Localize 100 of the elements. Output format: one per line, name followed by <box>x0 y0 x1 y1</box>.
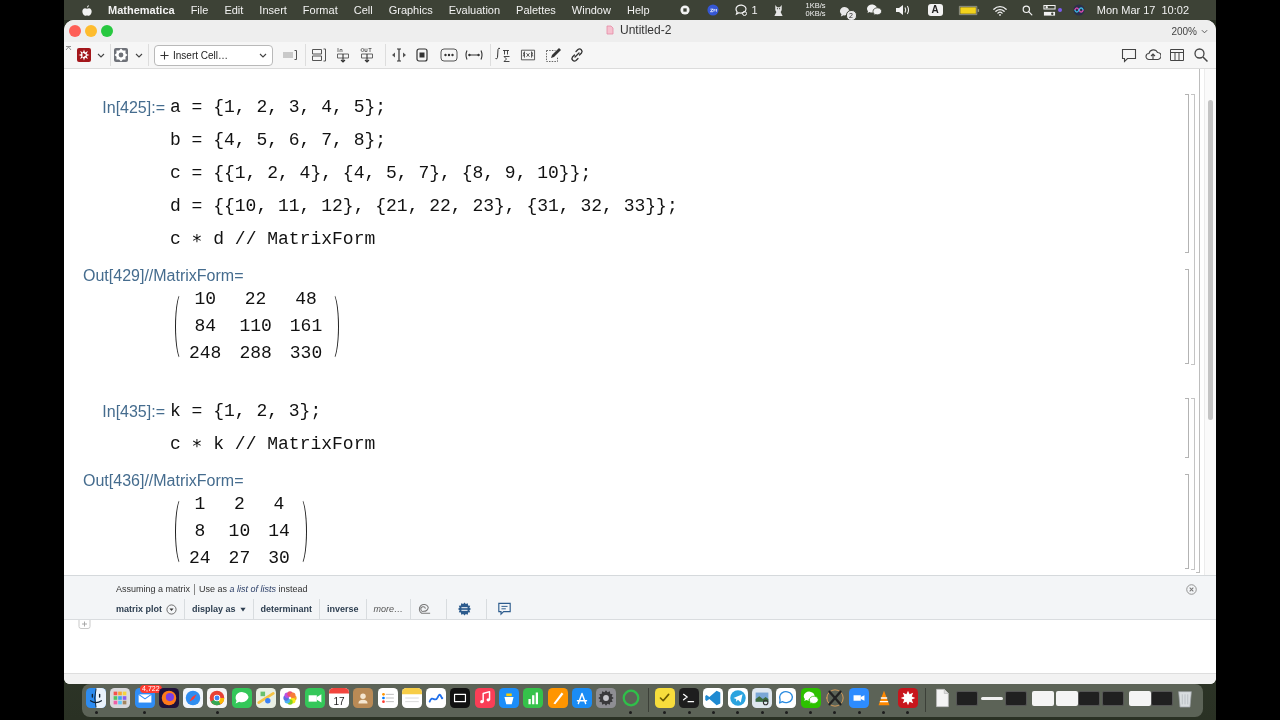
window-grid-icon[interactable] <box>1169 47 1185 63</box>
insert-cursor-icon[interactable] <box>391 47 407 63</box>
notepad-icon[interactable] <box>401 688 422 708</box>
caret-icon[interactable] <box>97 52 105 58</box>
orb-icon[interactable] <box>1072 4 1085 16</box>
window-thumbnail[interactable] <box>1077 691 1100 706</box>
output-arrow-icon[interactable] <box>360 47 376 63</box>
window-thumbnail[interactable] <box>1056 691 1079 706</box>
window-thumbnail[interactable] <box>1031 691 1054 706</box>
music-note-icon[interactable] <box>474 688 495 708</box>
menu-item[interactable]: Cell <box>353 4 373 16</box>
vertical-scrollbar[interactable] <box>1204 69 1216 575</box>
paper-plane-icon[interactable] <box>727 688 748 708</box>
volume-icon[interactable] <box>894 3 911 17</box>
flower-icon[interactable] <box>280 688 301 708</box>
sticky-note-icon[interactable] <box>654 688 675 708</box>
video-camera-icon[interactable] <box>304 688 325 708</box>
a-shape-icon[interactable] <box>571 688 592 708</box>
window-thumbnail[interactable] <box>1005 691 1027 706</box>
cell-bracket[interactable] <box>1185 94 1189 253</box>
battery-icon[interactable] <box>957 4 980 16</box>
app-grid-icon[interactable] <box>110 688 131 708</box>
menu-item[interactable]: Window <box>571 4 611 16</box>
star-burst-icon[interactable] <box>897 688 918 708</box>
tricolor-circle-icon[interactable] <box>207 688 228 708</box>
search-icon[interactable] <box>1021 4 1033 16</box>
suggestion-button[interactable]: inverse <box>324 601 362 617</box>
menu-item[interactable]: Help <box>626 4 650 16</box>
video-icon[interactable] <box>849 688 870 708</box>
circle-logo-icon[interactable] <box>707 4 720 16</box>
formula-box-icon[interactable] <box>519 48 537 62</box>
menu-item[interactable]: File <box>190 4 209 16</box>
window-thumbnail[interactable] <box>980 697 1003 700</box>
menu-item[interactable]: Insert <box>259 4 287 16</box>
cell-bracket[interactable] <box>1185 269 1189 364</box>
app-menu[interactable]: Mathematica <box>108 4 175 16</box>
cloud-upload-icon[interactable] <box>1145 47 1161 63</box>
zoom-menu[interactable]: 200% <box>1169 25 1210 37</box>
integral-sum-icon[interactable] <box>495 47 511 63</box>
squiggle-icon[interactable] <box>426 688 447 708</box>
cell-bracket-icon[interactable] <box>282 47 298 63</box>
badge-gear-icon[interactable] <box>457 602 473 616</box>
chevron-ribbon-icon[interactable] <box>703 688 724 708</box>
close-window-icon[interactable] <box>69 25 81 37</box>
pen-icon[interactable] <box>545 47 561 63</box>
toggle-icon[interactable] <box>1042 3 1056 17</box>
x-mark-icon[interactable] <box>824 688 845 708</box>
collapse-icon[interactable] <box>65 45 72 51</box>
dots-dash-icon[interactable] <box>464 49 484 61</box>
chat-bubble-icon[interactable] <box>734 3 749 17</box>
double-bubble-icon[interactable] <box>800 688 821 708</box>
window-thumbnail[interactable] <box>1150 691 1173 706</box>
insert-cell-dropdown[interactable]: Insert Cell… <box>154 44 273 66</box>
close-icon[interactable] <box>1186 583 1197 595</box>
chat-icon[interactable] <box>1121 47 1137 63</box>
apple-icon[interactable] <box>81 3 93 17</box>
terminal-icon[interactable] <box>679 688 700 708</box>
input-source-indicator[interactable]: A <box>927 4 943 16</box>
menu-item[interactable]: Edit <box>224 4 244 16</box>
cell-bracket[interactable] <box>1185 398 1189 458</box>
swirl-icon[interactable] <box>417 602 433 616</box>
record-stop-icon[interactable] <box>680 5 691 15</box>
suggestion-button[interactable]: matrix plot <box>113 600 180 618</box>
speech-bubble-icon[interactable] <box>231 688 252 708</box>
search-icon[interactable] <box>1193 47 1209 63</box>
window-thumbnail[interactable] <box>1128 691 1151 706</box>
stacked-cells-icon[interactable] <box>311 47 327 63</box>
clock-date[interactable]: Mon Mar 17 <box>1096 4 1156 16</box>
horizontal-scrollbar[interactable] <box>64 673 1216 684</box>
caret-icon[interactable] <box>135 52 143 58</box>
cell-bracket[interactable] <box>1185 474 1189 569</box>
wifi-icon[interactable] <box>992 4 1007 16</box>
suggestion-button[interactable]: display as <box>189 601 249 617</box>
address-book-icon[interactable] <box>353 688 374 708</box>
menu-item[interactable]: Format <box>302 4 338 16</box>
podium-icon[interactable] <box>499 688 520 708</box>
menu-item[interactable]: Palettes <box>516 4 556 16</box>
tv-icon[interactable] <box>450 688 471 708</box>
calendar-icon[interactable]: 17 <box>328 688 349 708</box>
link-icon[interactable] <box>569 47 585 63</box>
cat-icon[interactable] <box>772 3 784 17</box>
double-bubble-icon[interactable] <box>865 3 882 17</box>
menu-item[interactable]: Graphics <box>388 4 433 16</box>
compass-icon[interactable] <box>183 688 204 708</box>
input-arrow-icon[interactable] <box>336 47 352 63</box>
pen-icon[interactable] <box>547 688 568 708</box>
suggestion-button[interactable]: more… <box>370 601 407 617</box>
clock-time[interactable]: 10:02 <box>1161 4 1189 16</box>
window-thumbnail[interactable] <box>1102 691 1125 706</box>
map-icon[interactable] <box>256 688 277 708</box>
flame-globe-icon[interactable] <box>158 688 179 708</box>
insert-cell-icon[interactable] <box>78 620 91 629</box>
feedback-bubble-icon[interactable] <box>497 602 513 616</box>
checklist-icon[interactable] <box>377 688 398 708</box>
star-tile-icon[interactable] <box>76 47 92 63</box>
ellipsis-icon[interactable] <box>440 48 458 62</box>
list-of-lists-link[interactable]: a list of lists <box>229 584 277 594</box>
window-thumbnail[interactable] <box>956 691 979 706</box>
scrollbar-thumb[interactable] <box>1208 100 1213 420</box>
bar-chart-icon[interactable] <box>523 688 544 708</box>
